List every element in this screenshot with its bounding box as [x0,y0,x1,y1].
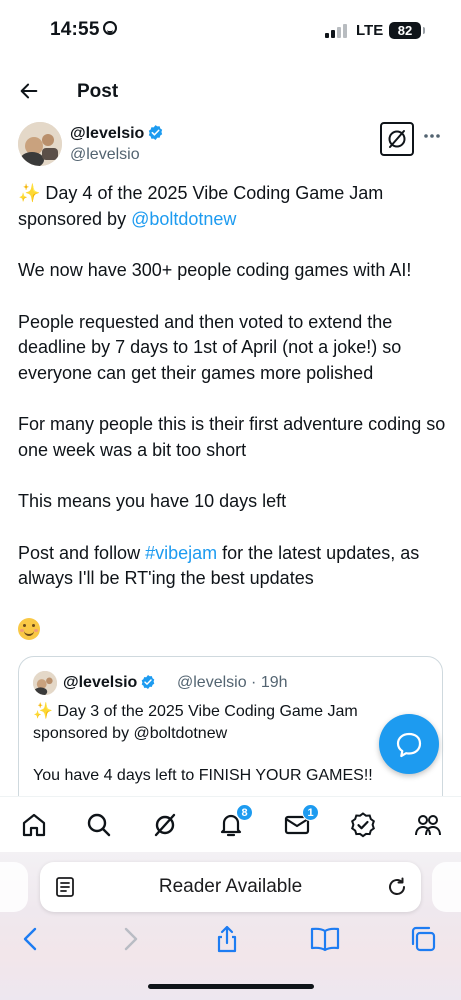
back-chevron-icon [23,927,37,951]
home-icon [22,813,46,837]
battery-icon: 82 [389,22,425,39]
sparkles-icon: ✨ [33,703,53,720]
quoted-avatar [33,671,57,695]
quoted-line-2: sponsored by @boltdotnew [33,724,228,742]
nav-home[interactable] [20,811,48,839]
quoted-author-name-text: @levelsio [63,674,138,691]
status-time-text: 14:55 [50,19,100,40]
more-icon[interactable] [423,127,441,145]
browser-toolbar: Reader Available [0,852,461,1000]
address-text[interactable]: Reader Available [40,876,421,898]
page-title: Post [77,81,119,102]
quoted-line-1: Day 3 of the 2025 Vibe Coding Game Jam [52,703,358,720]
home-indicator[interactable] [148,984,314,989]
grok-icon [388,130,406,148]
browser-back-button[interactable] [16,924,46,954]
mention-link[interactable]: @boltdotnew [131,209,236,229]
share-icon [217,925,237,953]
grok-button[interactable] [380,122,414,156]
bottom-nav: 8 1 [0,796,461,852]
nav-communities[interactable] [414,811,442,839]
communities-icon [415,815,441,836]
post-paragraph: We now have 300+ people coding games wit… [18,260,412,280]
quoted-meta: @levelsio · 19h [177,674,288,691]
verified-orgs-icon [351,812,375,838]
signal-icon [325,24,347,38]
messages-badge: 1 [302,804,319,821]
battery-level: 82 [397,23,413,38]
address-bar[interactable]: Reader Available [40,862,421,912]
browser-forward-button[interactable] [115,924,145,954]
nav-verified-orgs[interactable] [349,811,377,839]
reply-fab-button[interactable] [379,714,439,774]
tabs-icon [411,926,436,952]
author-name[interactable]: @levelsio [70,124,164,143]
nav-grok[interactable] [151,811,179,839]
post-text: Post and follow [18,542,146,563]
browser-bookmarks-button[interactable] [309,924,340,954]
author-name-text[interactable]: @levelsio [70,125,144,142]
focus-smile-icon [102,21,117,35]
browser-tabs-button[interactable] [408,924,438,954]
post-line-1: Day 4 of the 2025 Vibe Coding Game Jam [40,183,384,203]
browser-share-button[interactable] [212,924,242,954]
avatar[interactable] [18,122,62,166]
next-tab-peek[interactable] [432,862,461,912]
smile-emoji-icon [18,617,40,640]
forward-chevron-icon [124,927,138,951]
post-paragraph: People requested and then voted to exten… [18,311,402,383]
nav-messages[interactable]: 1 [283,804,319,839]
nav-notifications[interactable]: 8 [217,804,253,839]
quoted-author-name: @levelsio [63,674,156,692]
reload-icon[interactable] [386,876,408,898]
network-type: LTE [356,22,384,39]
status-bar: 14:55 LTE 82 [0,0,461,62]
grok-icon [154,813,176,837]
author-handle[interactable]: @levelsio [70,146,140,164]
quoted-paragraph: You have 4 days left to FINISH YOUR GAME… [33,767,373,784]
quoted-post-header: @levelsio @levelsio · 19h [33,671,433,697]
quoted-paragraph: ✨ Day 3 of the 2025 Vibe Coding Game Jam… [33,701,433,744]
post-paragraph: For many people this is their first adve… [18,414,446,460]
post-header: Post [0,72,461,112]
post-paragraph: ✨ Day 4 of the 2025 Vibe Coding Game Jam… [18,181,448,232]
quoted-text: ✨ Day 3 of the 2025 Vibe Coding Game Jam… [33,701,433,808]
notifications-badge: 8 [236,804,253,821]
search-icon [87,813,111,837]
status-time: 14:55 [50,19,117,41]
nav-search[interactable] [85,811,113,839]
verified-icon [149,125,163,140]
post-paragraph [18,617,448,644]
post-author: @levelsio @levelsio [18,122,443,170]
post-paragraph: Post and follow #vibejam for the latest … [18,541,448,592]
verified-icon [142,675,155,689]
hashtag-link[interactable]: #vibejam [145,543,217,563]
compose-reply-icon [396,732,422,758]
bookmarks-icon [310,927,340,952]
post-paragraph: This means you have 10 days left [18,491,287,511]
previous-tab-peek[interactable] [0,862,28,912]
sparkles-icon: ✨ [18,183,41,203]
post-line-2-prefix: sponsored by [18,208,132,229]
post-body: ✨ Day 4 of the 2025 Vibe Coding Game Jam… [18,181,448,644]
back-arrow-icon[interactable] [18,80,40,102]
